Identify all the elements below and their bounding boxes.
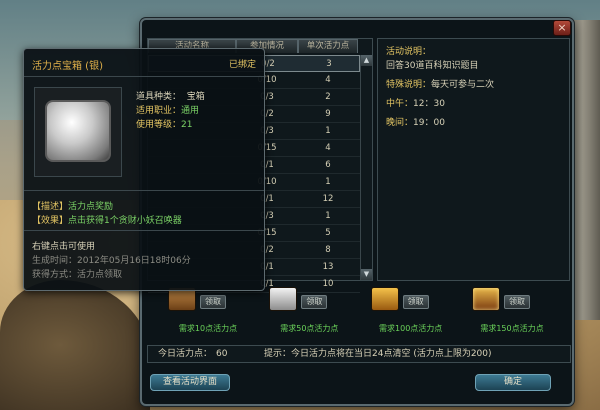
job-label: 适用职业： <box>136 106 182 116</box>
description-label: 活动说明： <box>386 47 432 57</box>
reward-slot: 领取 需求100点活力点 <box>361 285 461 340</box>
item-icon-frame <box>34 87 122 177</box>
activity-points: 4 <box>325 143 331 153</box>
activity-points: 4 <box>325 75 331 85</box>
jeweled-chest-icon[interactable] <box>471 287 500 311</box>
activity-points: 3 <box>326 58 332 69</box>
activity-points: 8 <box>325 245 331 255</box>
job-value: 通用 <box>181 106 200 116</box>
special-note: 特殊说明：每天可参与二次 <box>386 78 561 92</box>
confirm-button[interactable]: 确定 <box>475 374 551 391</box>
level-label: 使用等级： <box>136 120 182 130</box>
reward-slot: 领取 需求50点活力点 <box>259 285 359 340</box>
job-row: 适用职业：通用 <box>136 103 199 116</box>
bound-status: 已绑定 <box>229 60 257 70</box>
activity-points: 13 <box>322 262 334 272</box>
view-activity-button[interactable]: 查看活动界面 <box>150 374 230 391</box>
noon-value: 12：30 <box>413 99 445 109</box>
evening-label: 晚间： <box>386 118 414 128</box>
desc-row: 【描述】活力点奖励 <box>32 199 113 212</box>
gold-chest-icon[interactable] <box>370 287 399 311</box>
obtain-method: 获得方式：活力点领取 <box>32 270 123 280</box>
divider <box>24 76 264 77</box>
activity-points: 5 <box>325 228 331 238</box>
column-header-points[interactable]: 单次活力点 <box>298 39 358 53</box>
generated-time: 生成时间：2012年05月16日18时06分 <box>32 256 191 266</box>
claim-button[interactable]: 领取 <box>503 295 530 309</box>
divider <box>24 190 264 191</box>
tooltip-title: 活力点宝箱 (银) <box>32 61 103 72</box>
reward-requirement: 需求50点活力点 <box>280 324 339 333</box>
item-type-row: 道具种类： 宝箱 <box>136 89 205 102</box>
activity-points: 12 <box>322 194 334 204</box>
today-points-tip: 提示：今日活力点将在当日24点清空 (活力点上限为200) <box>264 349 492 359</box>
activity-points: 2 <box>325 92 331 102</box>
level-value: 21 <box>181 120 193 130</box>
reward-requirement: 需求100点活力点 <box>379 324 443 333</box>
today-points-value: 60 <box>216 349 228 359</box>
desc-tag: 【描述】 <box>32 202 69 212</box>
close-button[interactable]: × <box>553 20 571 36</box>
item-tooltip: 活力点宝箱 (银) 已绑定 道具种类： 宝箱 适用职业：通用 使用等级：21 【… <box>23 48 265 291</box>
reward-slot: 领取 需求150点活力点 <box>462 285 562 340</box>
rewards-strip: 领取 需求10点活力点 领取 需求50点活力点 领取 需求100点活力点 领取 … <box>150 285 570 340</box>
description-text: 回答30道百科知识题目 <box>386 61 479 71</box>
effect-value: 点击获得1个贪财小妖召唤器 <box>68 216 182 226</box>
scroll-down-icon[interactable]: ▼ <box>361 269 372 280</box>
right-click-hint: 右键点击可使用 <box>32 242 96 252</box>
level-row: 使用等级：21 <box>136 117 192 130</box>
effect-row: 【效果】点击获得1个贪财小妖召唤器 <box>32 213 182 226</box>
reward-slot: 领取 需求10点活力点 <box>158 285 258 340</box>
scroll-up-icon[interactable]: ▲ <box>361 55 372 66</box>
reward-requirement: 需求10点活力点 <box>178 324 238 333</box>
today-points-bar: 今日活力点： 60 提示：今日活力点将在当日24点清空 (活力点上限为200) <box>147 345 571 363</box>
scrollbar[interactable]: ▲ ▼ <box>360 55 372 280</box>
noon-label: 中午： <box>386 99 414 109</box>
evening-value: 19：00 <box>413 118 445 128</box>
activity-points: 6 <box>325 160 331 170</box>
desc-value: 活力点奖励 <box>68 202 114 212</box>
divider <box>24 230 264 231</box>
silver-chest-icon[interactable] <box>269 287 298 311</box>
evening-time: 晚间：19：00 <box>386 116 561 130</box>
claim-button[interactable]: 领取 <box>402 295 429 309</box>
claim-button[interactable]: 领取 <box>301 295 328 309</box>
special-label: 特殊说明： <box>386 80 432 90</box>
special-value: 每天可参与二次 <box>431 80 495 90</box>
reward-requirement: 需求150点活力点 <box>480 324 544 333</box>
activity-points: 9 <box>325 109 331 119</box>
effect-tag: 【效果】 <box>32 216 69 226</box>
description-pane: 活动说明： 回答30道百科知识题目 特殊说明：每天可参与二次 中午：12：30 … <box>377 38 570 281</box>
item-type-label: 道具种类： <box>136 92 182 102</box>
item-type-value: 宝箱 <box>186 92 205 102</box>
activity-points: 1 <box>325 211 331 221</box>
today-points-label: 今日活力点： <box>158 349 213 359</box>
activity-points: 1 <box>325 126 331 136</box>
claim-button[interactable]: 领取 <box>200 295 226 309</box>
activity-points: 1 <box>325 177 331 187</box>
noon-time: 中午：12：30 <box>386 97 561 111</box>
silver-chest-icon <box>45 100 111 162</box>
